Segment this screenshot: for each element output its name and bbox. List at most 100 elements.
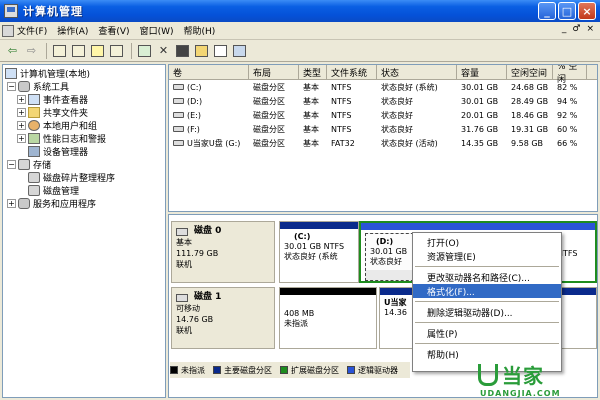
shared-folder-icon	[28, 107, 40, 118]
collapse-icon[interactable]: −	[7, 160, 16, 169]
table-row[interactable]: (D:) 磁盘分区 基本 NTFS 状态良好 30.01 GB 28.49 GB…	[169, 94, 597, 108]
legend-swatch	[213, 366, 221, 374]
tools-icon	[18, 81, 30, 92]
u-logo-icon	[478, 363, 498, 386]
menu-item-format[interactable]: 格式化(F)...	[413, 284, 561, 298]
unallocated-space[interactable]: 408 MB 未指派	[279, 287, 377, 349]
menu-window[interactable]: 窗口(W)	[140, 24, 174, 37]
legend-extended: 扩展磁盘分区	[280, 365, 339, 376]
child-minimize-button[interactable]: _	[562, 24, 567, 34]
settings-button[interactable]	[174, 42, 191, 59]
partition-d[interactable]: (D:) 30.01 GB 状态良好	[365, 233, 419, 281]
removable-disk-icon	[176, 293, 188, 302]
disk-management-icon	[28, 185, 40, 196]
toolbar-separator	[131, 42, 132, 59]
back-button[interactable]: ⇦	[4, 42, 21, 59]
tree-toggle-icon	[72, 44, 85, 57]
legend-swatch	[280, 366, 288, 374]
column-header-percent-free[interactable]: % 空闲	[553, 65, 587, 85]
volume-list: 卷 布局 类型 文件系统 状态 容量 空闲空间 % 空闲 (C:) 磁盘分区 基…	[168, 64, 598, 212]
properties-icon	[110, 44, 123, 57]
legend-logical: 逻辑驱动器	[347, 365, 398, 376]
menu-action[interactable]: 操作(A)	[57, 24, 88, 37]
menu-item-change-drive-letter[interactable]: 更改驱动器名和路径(C)...	[413, 270, 561, 284]
child-restore-button[interactable]: ♂	[572, 24, 580, 34]
table-row[interactable]: U当家U盘 (G:) 磁盘分区 基本 FAT32 状态良好 (活动) 14.35…	[169, 136, 597, 150]
close-button[interactable]: ×	[578, 2, 596, 20]
menu-item-delete-logical-drive[interactable]: 删除逻辑驱动器(D)...	[413, 305, 561, 319]
menu-file[interactable]: 文件(F)	[2, 24, 47, 37]
event-viewer-icon	[28, 94, 40, 105]
refresh-button[interactable]	[136, 42, 153, 59]
maximize-button[interactable]: □	[558, 2, 576, 20]
open-folder-button[interactable]	[193, 42, 210, 59]
legend-unallocated: 未指派	[170, 365, 205, 376]
collapse-icon[interactable]: −	[7, 82, 16, 91]
table-row[interactable]: (C:) 磁盘分区 基本 NTFS 状态良好 (系统) 30.01 GB 24.…	[169, 80, 597, 94]
console-tree: 计算机管理(本地) − 系统工具 + 事件查看器 + 共享文件夹 + 本地用户和…	[2, 64, 166, 398]
folder-icon	[195, 44, 208, 57]
primary-partition-bar	[280, 222, 358, 229]
watermark-logo: 当家 UDANGJIA.COM	[478, 360, 594, 398]
tree-item-storage[interactable]: − 存储	[5, 158, 163, 171]
expand-icon[interactable]: +	[7, 199, 16, 208]
column-header-status[interactable]: 状态	[377, 65, 457, 79]
tree-item-device-manager[interactable]: 设备管理器	[5, 145, 163, 158]
window-title: 计算机管理	[23, 5, 83, 18]
minimize-button[interactable]: _	[538, 2, 556, 20]
menu-separator	[415, 301, 559, 302]
tree-item-system-tools[interactable]: − 系统工具	[5, 80, 163, 93]
drive-icon	[173, 126, 184, 132]
menu-item-open[interactable]: 打开(O)	[413, 235, 561, 249]
performance-icon	[28, 133, 40, 144]
partition-c[interactable]: (C:) 30.01 GB NTFS 状态良好 (系统	[279, 221, 359, 283]
column-header-filesystem[interactable]: 文件系统	[327, 65, 377, 79]
refresh-icon	[138, 44, 151, 57]
storage-icon	[18, 159, 30, 170]
show-tree-button[interactable]	[70, 42, 87, 59]
search-button[interactable]	[212, 42, 229, 59]
watermark-brand: 当家	[502, 364, 544, 388]
column-header-type[interactable]: 类型	[299, 65, 327, 79]
delete-button[interactable]: ✕	[155, 42, 172, 59]
tree-item-shared-folders[interactable]: + 共享文件夹	[5, 106, 163, 119]
tree-item-perf-logs[interactable]: + 性能日志和警报	[5, 132, 163, 145]
properties-button[interactable]	[108, 42, 125, 59]
child-close-button[interactable]: ×	[586, 24, 594, 34]
drive-icon	[173, 84, 184, 90]
forward-button[interactable]: ⇨	[23, 42, 40, 59]
tree-item-local-users[interactable]: + 本地用户和组	[5, 119, 163, 132]
column-header-volume[interactable]: 卷	[169, 65, 249, 79]
menu-help[interactable]: 帮助(H)	[184, 24, 216, 37]
menu-bar: 文件(F) 操作(A) 查看(V) 窗口(W) 帮助(H) _ ♂ ×	[0, 22, 600, 40]
expand-icon[interactable]: +	[17, 121, 26, 130]
menu-view[interactable]: 查看(V)	[98, 24, 129, 37]
menu-item-help[interactable]: 帮助(H)	[413, 347, 561, 361]
column-header-capacity[interactable]: 容量	[457, 65, 507, 79]
help-icon	[91, 44, 104, 57]
toolbar-separator	[46, 42, 47, 59]
expand-icon[interactable]: +	[17, 95, 26, 104]
view-button[interactable]	[231, 42, 248, 59]
menu-separator	[415, 322, 559, 323]
menu-item-properties[interactable]: 属性(P)	[413, 326, 561, 340]
tree-item-defrag[interactable]: 磁盘碎片整理程序	[5, 171, 163, 184]
menu-separator	[415, 266, 559, 267]
menu-item-explore[interactable]: 资源管理(E)	[413, 249, 561, 263]
table-row[interactable]: (F:) 磁盘分区 基本 NTFS 状态良好 31.76 GB 19.31 GB…	[169, 122, 597, 136]
tree-item-event-viewer[interactable]: + 事件查看器	[5, 93, 163, 106]
disk-1-label[interactable]: 磁盘 1 可移动 14.76 GB 联机	[171, 287, 275, 349]
table-row[interactable]: (E:) 磁盘分区 基本 NTFS 状态良好 20.01 GB 18.46 GB…	[169, 108, 597, 122]
legend-primary: 主要磁盘分区	[213, 365, 272, 376]
tree-item-root[interactable]: 计算机管理(本地)	[5, 67, 163, 80]
up-folder-button[interactable]	[51, 42, 68, 59]
expand-icon[interactable]: +	[17, 108, 26, 117]
tree-item-services[interactable]: + 服务和应用程序	[5, 197, 163, 210]
column-header-layout[interactable]: 布局	[249, 65, 299, 79]
expand-icon[interactable]: +	[17, 134, 26, 143]
column-header-free-space[interactable]: 空闲空间	[507, 65, 553, 79]
tree-item-disk-management[interactable]: 磁盘管理	[5, 184, 163, 197]
help-button[interactable]	[89, 42, 106, 59]
drive-icon	[173, 98, 184, 104]
disk-0-label[interactable]: 磁盘 0 基本 111.79 GB 联机	[171, 221, 275, 283]
